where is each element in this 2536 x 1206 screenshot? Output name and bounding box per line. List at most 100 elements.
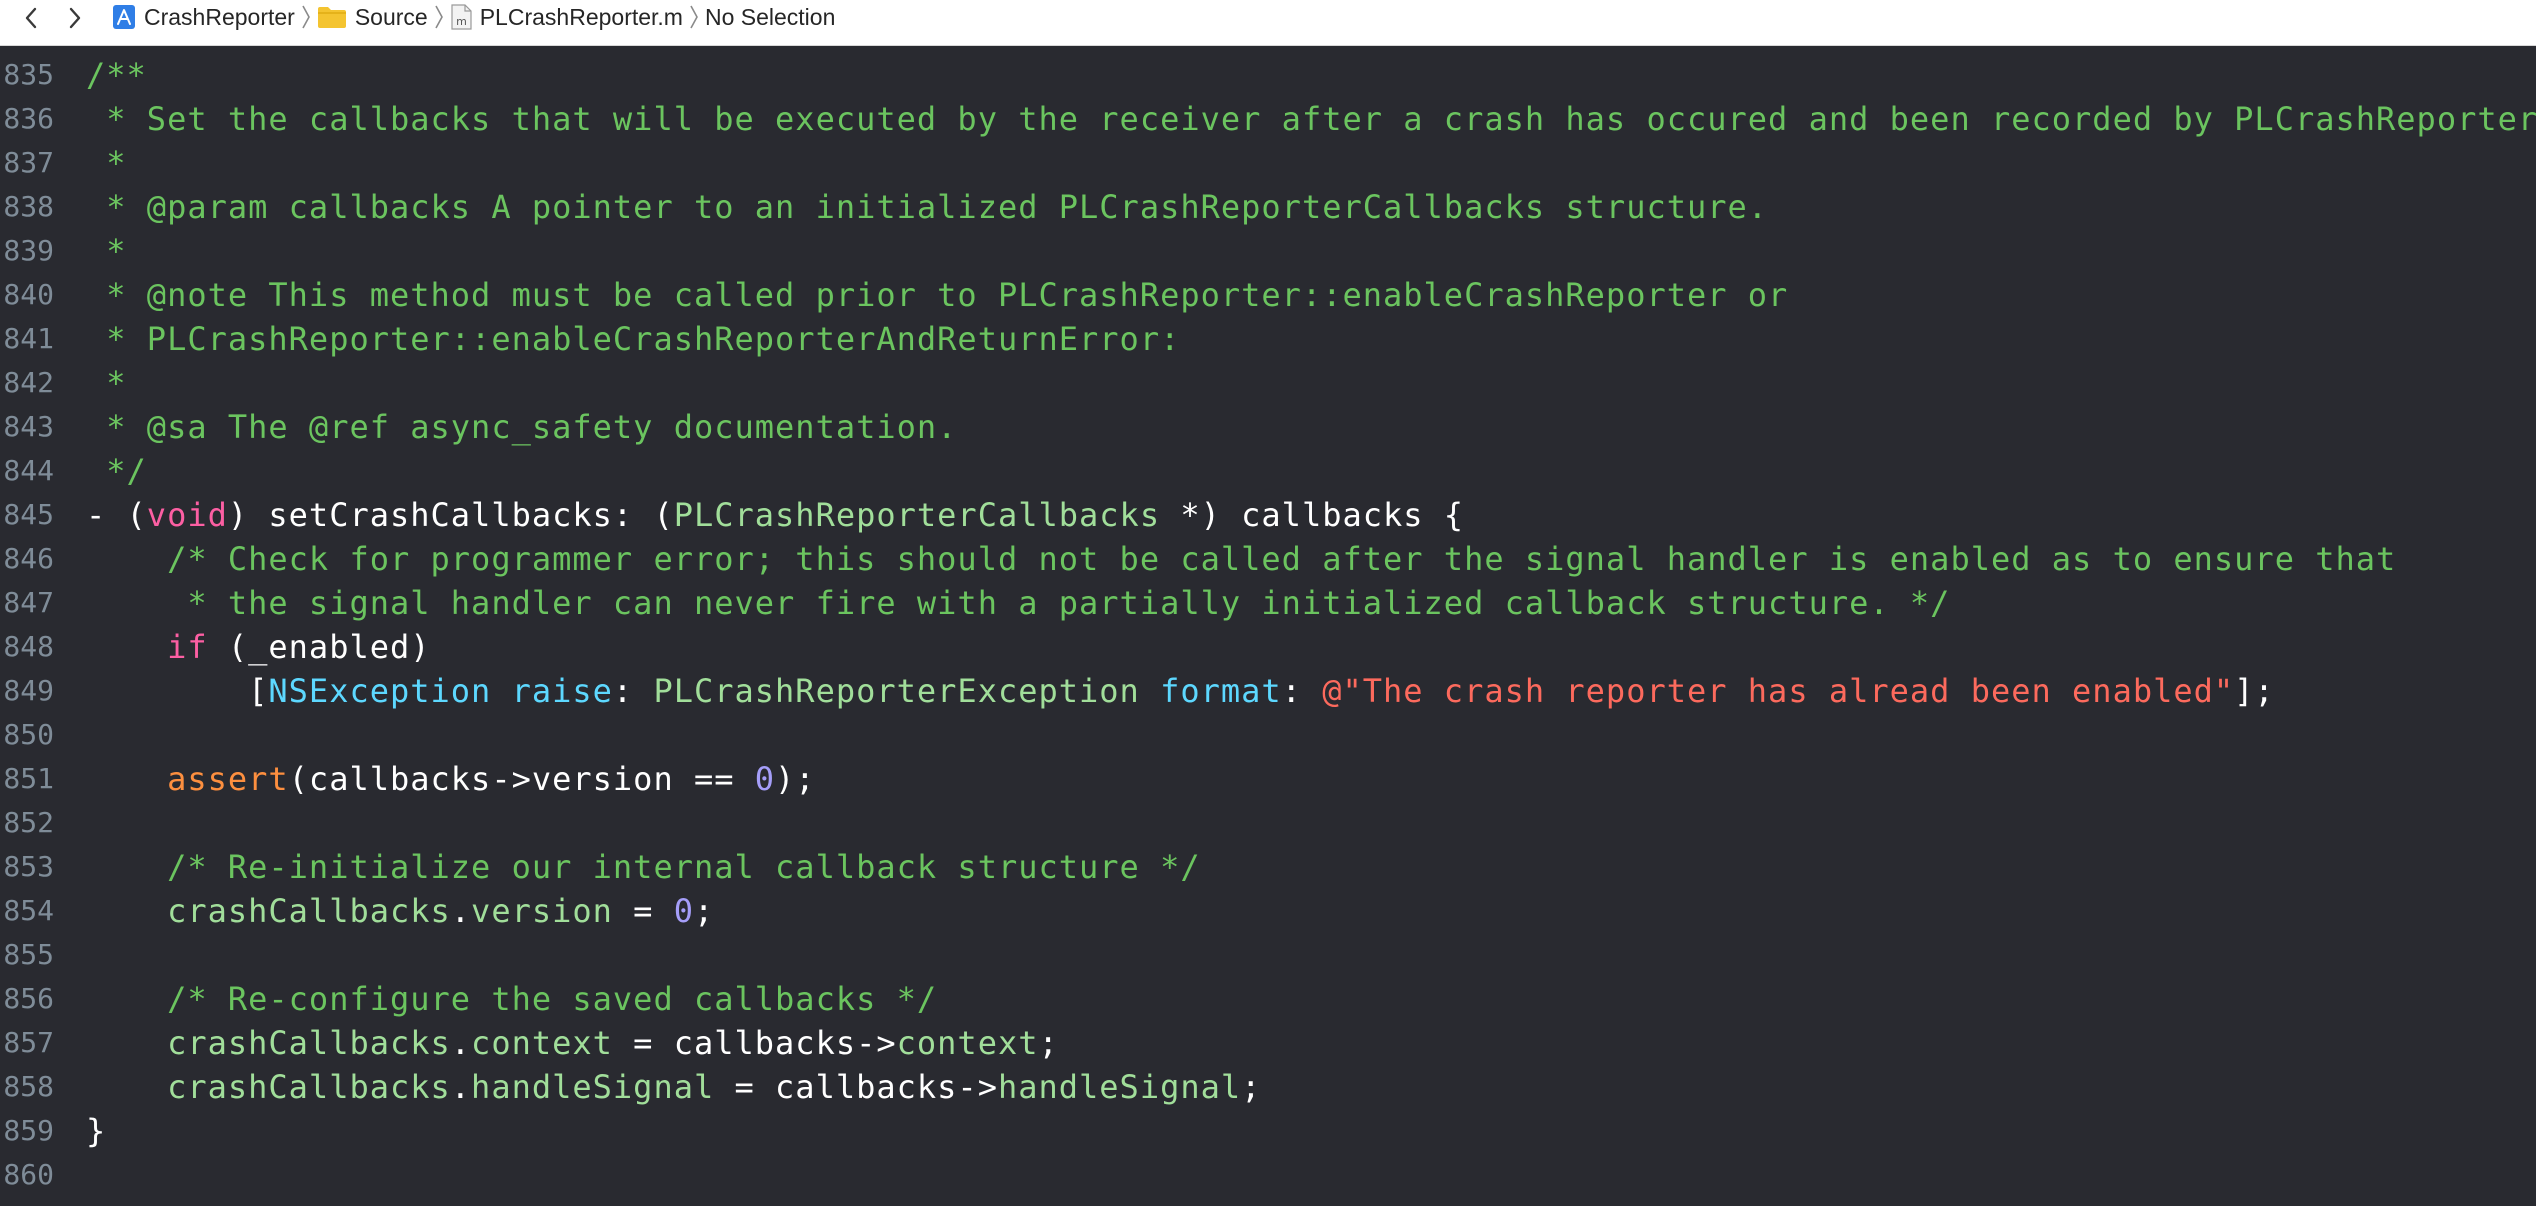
code-token: ; [1038, 1024, 1059, 1062]
code-token: /** [86, 56, 147, 94]
code-line[interactable]: 841 * PLCrashReporter::enableCrashReport… [0, 317, 2536, 361]
line-number: 842 [3, 366, 54, 399]
code-line[interactable]: 838 * @param callbacks A pointer to an i… [0, 185, 2536, 229]
code-text: * PLCrashReporter::enableCrashReporterAn… [86, 317, 1180, 361]
code-line[interactable]: 858 crashCallbacks.handleSignal = callba… [0, 1065, 2536, 1109]
code-line[interactable]: 844 */ [0, 449, 2536, 493]
line-number: 850 [3, 718, 54, 751]
code-token: context [471, 1024, 613, 1062]
code-token: ); [775, 760, 816, 798]
code-token: * PLCrashReporter::enableCrashReporterAn… [86, 320, 1181, 358]
code-token: . [450, 1024, 472, 1062]
line-number: 838 [3, 190, 54, 223]
code-line[interactable]: 847 * the signal handler can never fire … [0, 581, 2536, 625]
code-token: PLCrashReporterException [653, 672, 1140, 710]
breadcrumb-item-project[interactable]: CrashReporter [112, 4, 295, 31]
code-line[interactable]: 843 * @sa The @ref async_safety document… [0, 405, 2536, 449]
source-editor[interactable]: 834 835 /**836 * Set the callbacks that wi… [0, 46, 2536, 1206]
folder-icon [317, 5, 347, 29]
chevron-right-icon [69, 7, 81, 29]
code-token: /* Check for programmer error; this shou… [86, 540, 2397, 578]
code-line[interactable]: 852 [0, 801, 2536, 845]
code-line[interactable]: 845 - (void) setCrashCallbacks: (PLCrashR… [0, 493, 2536, 537]
code-text: * @param callbacks A pointer to an initi… [86, 185, 1768, 229]
code-text: crashCallbacks.handleSignal = callbacks-… [86, 1065, 1261, 1109]
code-token: * @param callbacks A pointer to an initi… [86, 188, 1769, 226]
code-line[interactable]: 859} [0, 1109, 2536, 1153]
line-number: 835 [3, 58, 54, 91]
code-line[interactable]: 854 crashCallbacks.version = 0; [0, 889, 2536, 933]
code-line[interactable]: 851 assert(callbacks->version == 0); [0, 757, 2536, 801]
code-line[interactable]: 840 * @note This method must be called p… [0, 273, 2536, 317]
code-token: crashCallbacks [167, 1068, 451, 1106]
line-number: 844 [3, 454, 54, 487]
code-line[interactable]: 842 * [0, 361, 2536, 405]
code-text: * [86, 141, 127, 185]
line-number: 839 [3, 234, 54, 267]
code-token: * [86, 144, 127, 182]
line-number: 855 [3, 938, 54, 971]
code-token: handleSignal [471, 1068, 715, 1106]
code-text: /** [86, 53, 147, 97]
chevron-right-icon [301, 4, 311, 30]
code-line[interactable]: 855 [0, 933, 2536, 977]
code-token: context [896, 1024, 1039, 1062]
code-token: : [612, 672, 654, 710]
code-line[interactable]: 839 * [0, 229, 2536, 273]
code-line[interactable]: 834 [0, 46, 2536, 53]
code-text: * @note This method must be called prior… [86, 273, 1788, 317]
chevron-right-icon [434, 4, 444, 30]
code-text: * @sa The @ref async_safety documentatio… [86, 405, 957, 449]
breadcrumb-item-source[interactable]: Source [317, 4, 428, 31]
code-line[interactable]: 850 [0, 713, 2536, 757]
code-token: format [1160, 672, 1282, 710]
code-token: ]; [2234, 672, 2275, 710]
line-number: 859 [3, 1114, 54, 1147]
code-token: raise [511, 672, 613, 710]
line-number: 847 [3, 586, 54, 619]
code-line[interactable]: 860 [0, 1153, 2536, 1197]
line-number: 837 [3, 146, 54, 179]
breadcrumb-label: No Selection [704, 3, 836, 30]
code-token: /* Re-configure the saved callbacks */ [86, 980, 938, 1018]
code-token: . [450, 892, 472, 930]
code-line[interactable]: 853 /* Re-initialize our internal callba… [0, 845, 2536, 889]
line-number: 836 [3, 102, 54, 135]
line-number: 841 [3, 322, 54, 355]
line-number: 856 [3, 982, 54, 1015]
line-number: 854 [3, 894, 54, 927]
line-number: 843 [3, 410, 54, 443]
code-text: */ [86, 449, 147, 493]
code-token: assert [167, 760, 289, 798]
code-text: * the signal handler can never fire with… [86, 581, 1950, 625]
code-line[interactable]: 848 if (_enabled) [0, 625, 2536, 669]
code-line[interactable]: 836 * Set the callbacks that will be exe… [0, 97, 2536, 141]
chevron-right-icon [689, 4, 699, 30]
code-token: = callbacks-> [612, 1024, 897, 1062]
code-line[interactable]: 837 * [0, 141, 2536, 185]
code-line[interactable]: 857 crashCallbacks.context = callbacks->… [0, 1021, 2536, 1065]
code-line[interactable]: 835 /** [0, 53, 2536, 97]
code-token: * [86, 364, 127, 402]
code-token: ; [693, 892, 715, 930]
breadcrumb-item-file[interactable]: m PLCrashReporter.m [450, 4, 683, 31]
line-number: 857 [3, 1026, 54, 1059]
line-number: 851 [3, 762, 54, 795]
code-line[interactable]: 849 [NSException raise: PLCrashReporterE… [0, 669, 2536, 713]
code-line[interactable]: 856 /* Re-configure the saved callbacks … [0, 977, 2536, 1021]
code-token: if [167, 628, 208, 666]
code-token: 0 [673, 892, 694, 930]
code-line[interactable]: 846 /* Check for programmer error; this … [0, 537, 2536, 581]
code-token: *) callbacks { [1160, 496, 1465, 534]
breadcrumb-label: PLCrashReporter.m [479, 3, 683, 30]
chevron-left-icon [25, 7, 37, 29]
breadcrumb-item-selection[interactable]: No Selection [705, 4, 835, 31]
line-number: 840 [3, 278, 54, 311]
line-number: 834 [0, 46, 54, 53]
forward-button[interactable] [60, 2, 90, 34]
back-button[interactable] [16, 2, 46, 34]
